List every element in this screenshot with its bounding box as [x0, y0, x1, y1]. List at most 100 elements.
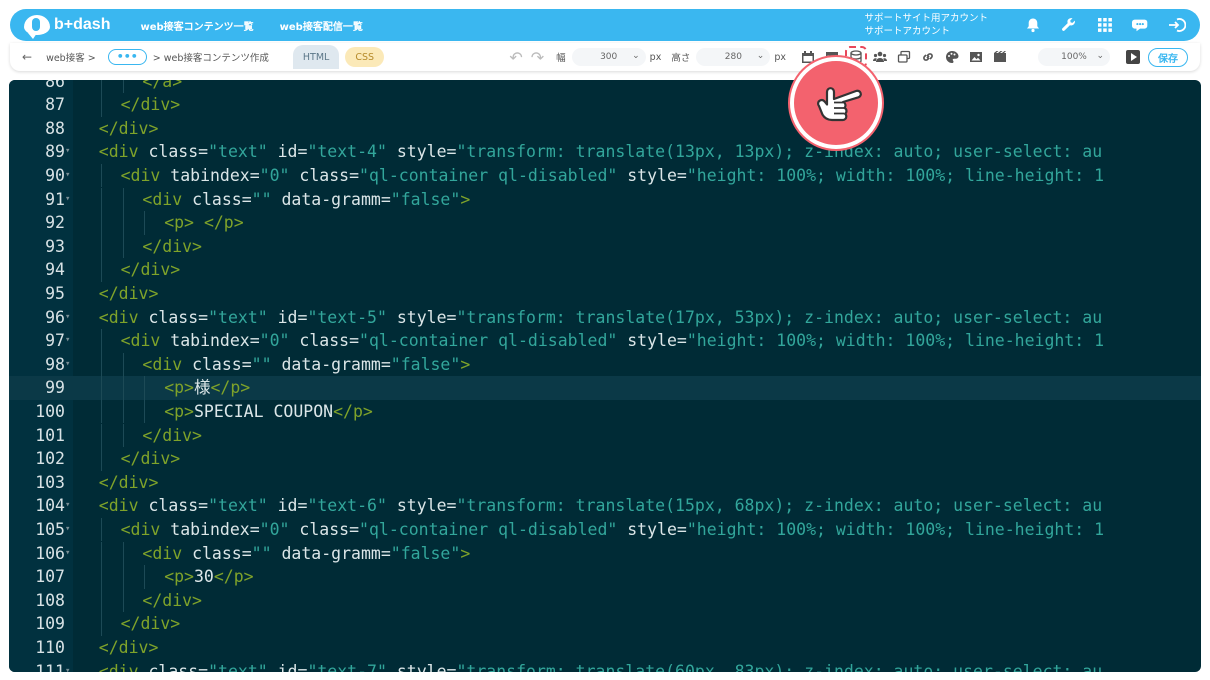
fold-toggle-icon[interactable]: ▾	[65, 306, 70, 330]
code-line[interactable]: 104 ▾ <div class="text" id="text-6" style=…	[9, 494, 1201, 518]
code-line[interactable]: 106 ▾ <div class="" data-gramm="false">	[9, 542, 1201, 566]
logout-icon[interactable]	[1168, 16, 1186, 34]
line-number: 111	[35, 661, 65, 673]
token-str: "text-5"	[307, 307, 387, 327]
height-select[interactable]: 280 ⌄	[696, 48, 771, 66]
code-line[interactable]: 89 ▾ <div class="text" id="text-4" style="…	[9, 140, 1201, 164]
link-icon[interactable]	[920, 49, 936, 65]
film-icon[interactable]	[992, 49, 1008, 65]
code-line[interactable]: 94 </div>	[9, 258, 1201, 282]
token-str: ""	[251, 543, 272, 563]
fold-toggle-icon[interactable]: ▾	[65, 164, 70, 188]
code-line[interactable]: 107 <p>30</p>	[9, 565, 1201, 589]
code-line[interactable]: 103 </div>	[9, 471, 1201, 495]
code-line[interactable]: 100 <p>SPECIAL COUPON</p>	[9, 400, 1201, 424]
breadcrumb-more-button[interactable]: •••	[107, 49, 147, 65]
fold-toggle-icon[interactable]: ▾	[65, 353, 70, 377]
image-icon[interactable]	[968, 49, 984, 65]
undo-icon[interactable]: ↶	[509, 48, 522, 67]
token-tag: </div>	[120, 614, 181, 634]
bell-icon[interactable]	[1024, 16, 1042, 34]
logo[interactable]: b+dash	[24, 15, 110, 39]
token-attr: id=	[267, 496, 308, 516]
width-label: 幅	[556, 53, 566, 64]
code-line[interactable]: 99 <p>様</p>	[9, 376, 1201, 400]
tab-css[interactable]: CSS	[345, 47, 385, 67]
code-line[interactable]: 110 </div>	[9, 636, 1201, 660]
code-line[interactable]: 108 </div>	[9, 589, 1201, 613]
fold-toggle-icon[interactable]: ▾	[65, 494, 70, 518]
line-number: 91	[45, 189, 65, 209]
token-tag: </div>	[98, 283, 159, 303]
token-str: "transform: translate(17px, 53px); z-ind…	[456, 307, 1103, 327]
zoom-select[interactable]: 100% ⌄	[1038, 48, 1110, 66]
indent-guide	[100, 163, 102, 188]
token-str: "ql-container ql-disabled"	[359, 331, 618, 351]
token-tag: <p>	[164, 567, 194, 587]
code-line[interactable]: 96 ▾ <div class="text" id="text-5" style="…	[9, 306, 1201, 330]
code-text: <div tabindex="0" class="ql-container ql…	[121, 518, 1105, 542]
line-number: 99	[45, 378, 65, 398]
code-line[interactable]: 87 </div>	[9, 93, 1201, 117]
token-attr: style=	[386, 142, 457, 162]
indent-guide	[100, 93, 102, 117]
code-line[interactable]: 109 </div>	[9, 612, 1201, 636]
code-line[interactable]: 102 </div>	[9, 447, 1201, 471]
height-value: 280	[724, 52, 742, 62]
code-text: <p> </p>	[164, 211, 244, 235]
fold-toggle-icon[interactable]: ▾	[65, 188, 70, 212]
code-text: </div>	[121, 258, 181, 282]
code-line[interactable]: 97 ▾ <div tabindex="0" class="ql-container…	[9, 329, 1201, 353]
nav-content-list[interactable]: web接客コンテンツ一覧	[140, 18, 253, 33]
token-tag: </p>	[210, 378, 251, 398]
token-tag: </div>	[98, 118, 159, 138]
line-number: 102	[35, 449, 65, 469]
save-button[interactable]: 保存	[1148, 47, 1188, 67]
palette-icon[interactable]	[944, 49, 960, 65]
fold-toggle-icon[interactable]: ▾	[65, 140, 70, 164]
token-tag: </p>	[203, 213, 244, 233]
code-line[interactable]: 95 </div>	[9, 282, 1201, 306]
code-line[interactable]: 105 ▾ <div tabindex="0" class="ql-containe…	[9, 518, 1201, 542]
indent-guide	[100, 187, 102, 212]
code-editor[interactable]: 86 </a> 87 </div> 88 </div> 89 ▾ <div class="tex…	[9, 80, 1201, 672]
code-line[interactable]: 98 ▾ <div class="" data-gramm="false">	[9, 353, 1201, 377]
token-attr: id=	[267, 142, 308, 162]
token-str: "height: 100%; width: 100%; line-height:…	[686, 165, 1105, 185]
token-attr: style=	[386, 496, 457, 516]
code-line[interactable]: 93 </div>	[9, 235, 1201, 259]
code-line[interactable]: 88 </div>	[9, 117, 1201, 141]
code-line[interactable]: 90 ▾ <div tabindex="0" class="ql-container…	[9, 164, 1201, 188]
tab-html[interactable]: HTML	[292, 45, 340, 69]
fold-toggle-icon[interactable]: ▾	[65, 542, 70, 566]
token-attr: style=	[617, 519, 687, 539]
token-txt: SPECIAL COUPON	[194, 401, 334, 421]
fold-toggle-icon[interactable]: ▾	[65, 329, 70, 353]
breadcrumb-web-sekkyaku[interactable]: web接客 >	[46, 50, 96, 64]
chat-icon[interactable]	[1132, 16, 1150, 34]
code-line[interactable]: 111 ▾ <div class="text" id="text-7" style=…	[9, 660, 1201, 673]
copy-icon[interactable]	[896, 49, 912, 65]
code-text: </div>	[121, 93, 181, 117]
token-str: "text-6"	[307, 496, 387, 516]
users-icon[interactable]	[872, 49, 888, 65]
indent-guide	[100, 376, 102, 400]
redo-icon[interactable]: ↷	[531, 48, 544, 67]
code-line[interactable]: 86 </a>	[9, 80, 1201, 93]
token-tag: >	[460, 189, 471, 209]
nav-delivery-list[interactable]: web接客配信一覧	[280, 18, 363, 33]
token-attr: class=	[148, 142, 209, 162]
width-select[interactable]: 300 ⌄	[571, 48, 646, 66]
code-line[interactable]: 101 </div>	[9, 424, 1201, 448]
wrench-icon[interactable]	[1060, 16, 1078, 34]
code-text: <div class="text" id="text-4" style="tra…	[99, 140, 1102, 164]
fold-toggle-icon[interactable]: ▾	[65, 660, 70, 673]
back-arrow-icon[interactable]: ←	[22, 50, 32, 64]
preview-play-icon[interactable]	[1126, 50, 1140, 64]
code-line[interactable]: 92 <p> </p>	[9, 211, 1201, 235]
fold-toggle-icon[interactable]: ▾	[65, 518, 70, 542]
grid-icon[interactable]	[1096, 16, 1114, 34]
account-info[interactable]: サポートサイト用アカウント サポートアカウント	[864, 12, 988, 38]
code-line[interactable]: 91 ▾ <div class="" data-gramm="false">	[9, 188, 1201, 212]
